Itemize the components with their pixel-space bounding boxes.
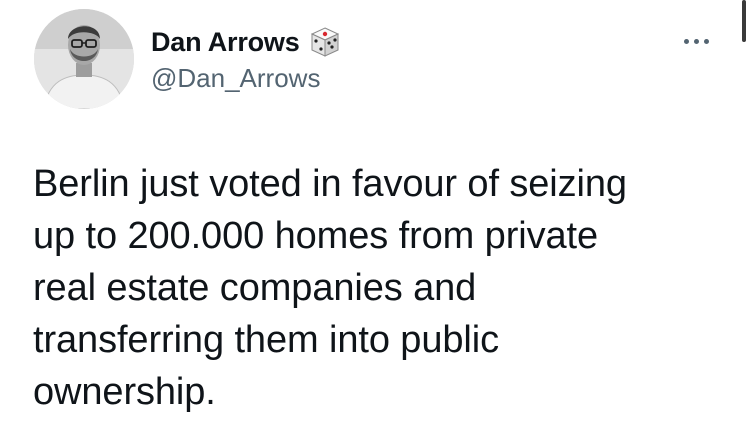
author-display-name[interactable]: Dan Arrows (151, 27, 300, 58)
ellipsis-icon (693, 38, 699, 44)
scrollbar[interactable] (742, 0, 746, 42)
ellipsis-icon (683, 38, 689, 44)
avatar[interactable] (34, 9, 134, 109)
author-name-row: Dan Arrows (151, 24, 342, 60)
tweet-card: Dan Arrows @Dan_Arrows Berlin just voted… (0, 0, 750, 438)
user-avatar-image (34, 9, 134, 109)
more-options-button[interactable] (676, 26, 716, 56)
tweet-text: Berlin just voted in favour of seizing u… (33, 163, 627, 413)
author-handle[interactable]: @Dan_Arrows (151, 63, 320, 94)
ellipsis-icon (703, 38, 709, 44)
dice-icon (310, 27, 339, 57)
